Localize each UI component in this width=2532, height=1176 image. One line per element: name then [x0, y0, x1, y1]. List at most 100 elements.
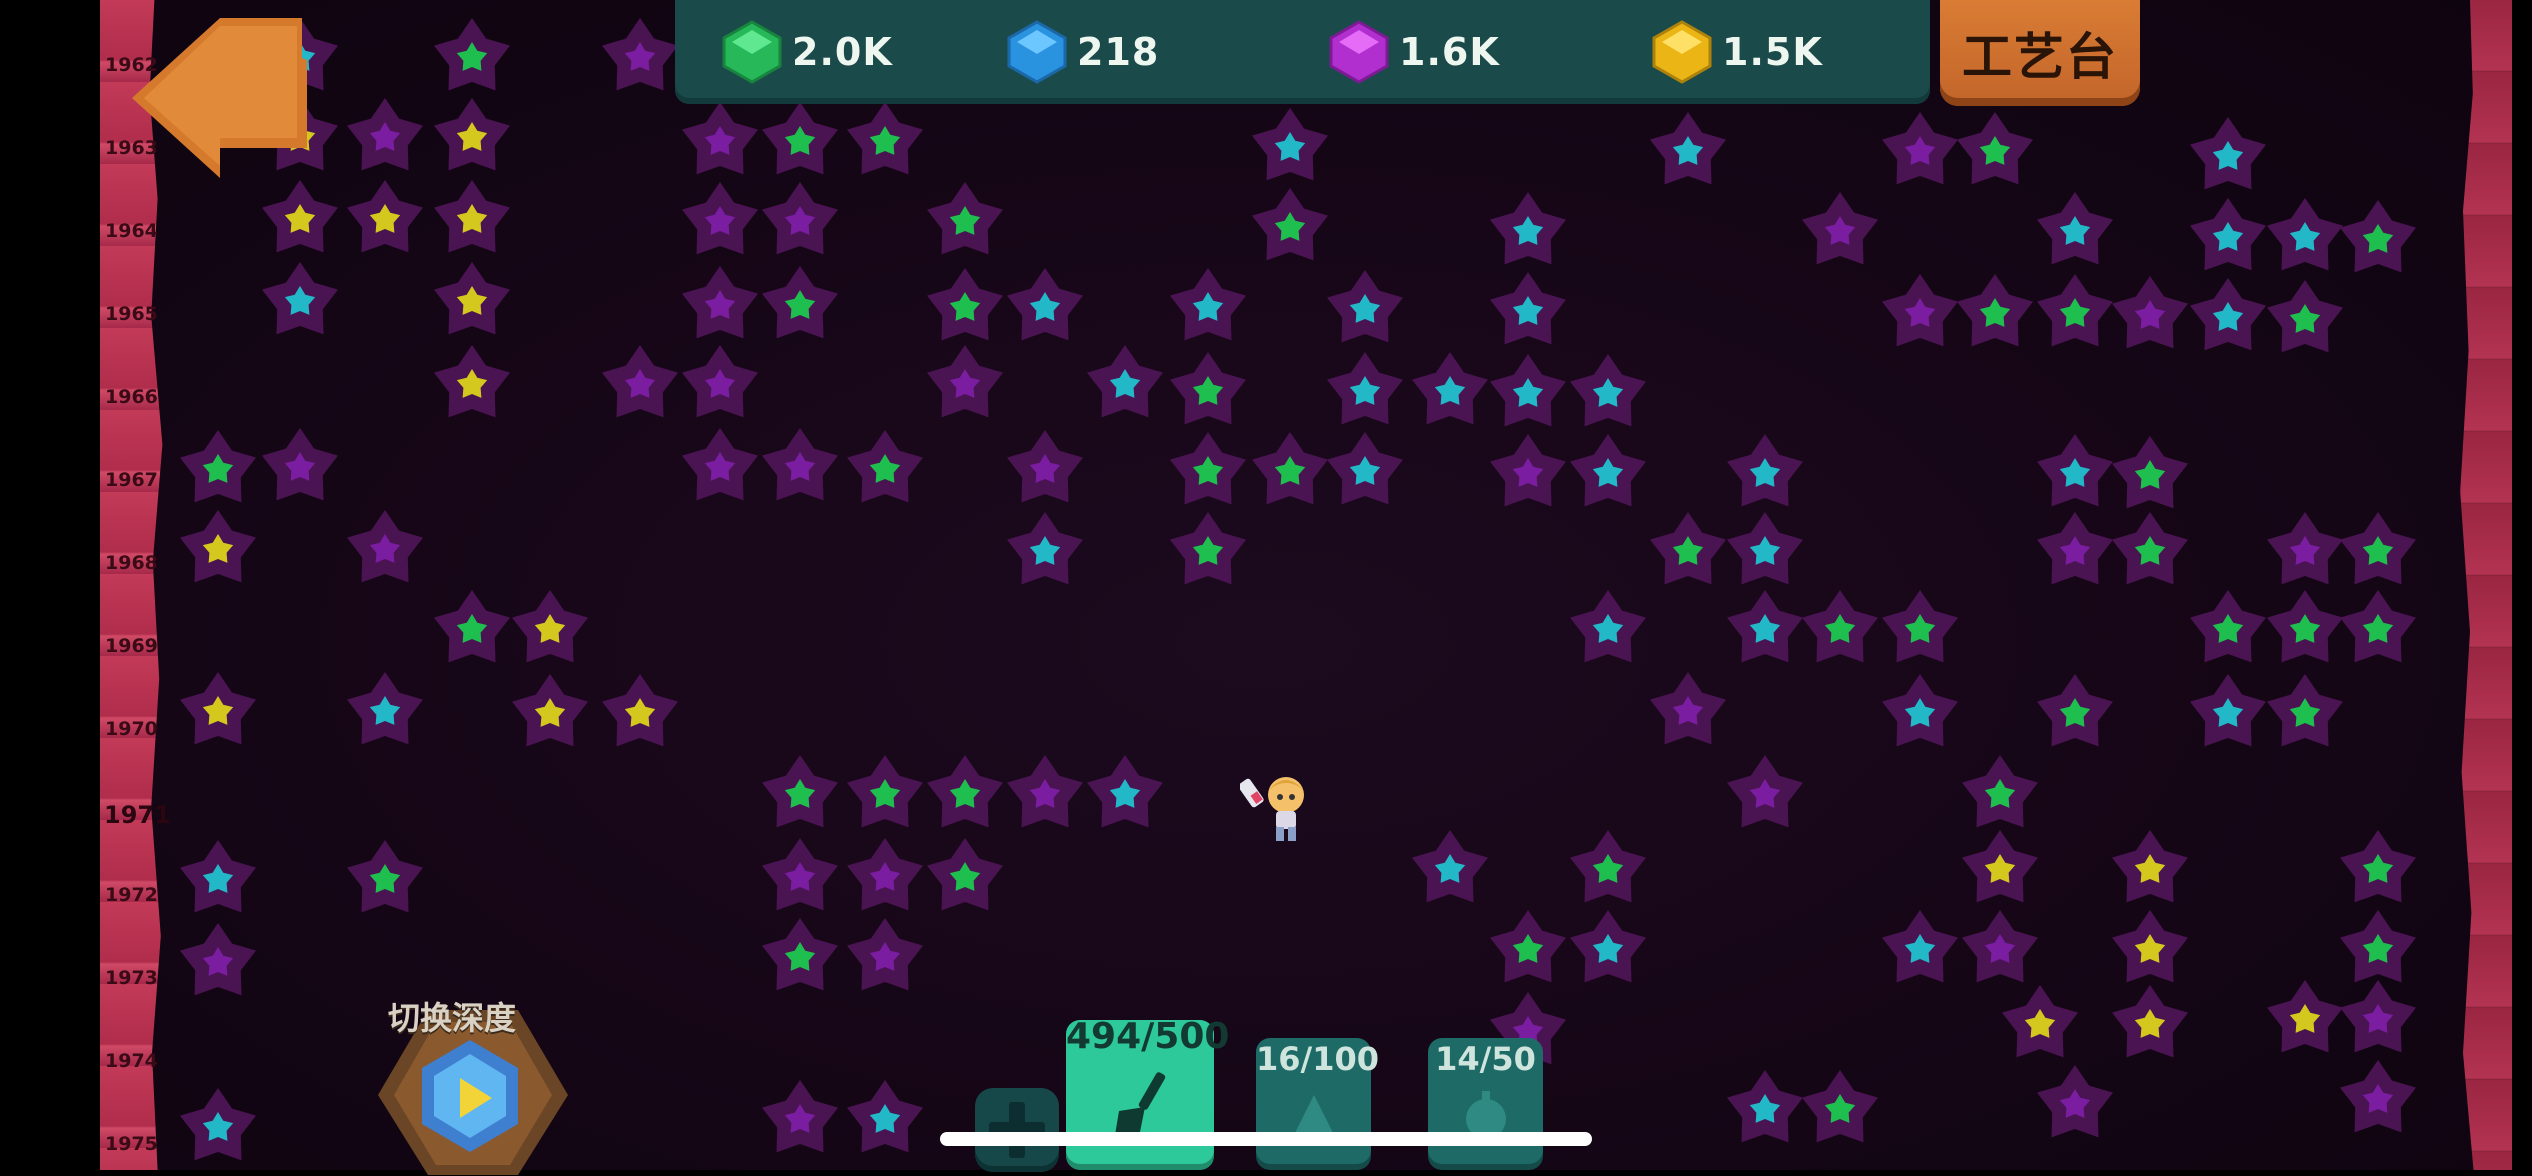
ore-star-green[interactable]: [1486, 908, 1570, 992]
ore-star-green[interactable]: [923, 753, 1007, 837]
home-indicator[interactable]: [940, 1132, 1592, 1146]
ore-star-green[interactable]: [2108, 434, 2192, 518]
ore-star-violet[interactable]: [843, 916, 927, 1000]
ore-star-violet[interactable]: [598, 16, 682, 100]
ore-star-green[interactable]: [2033, 272, 2117, 356]
ore-star-green[interactable]: [2336, 588, 2420, 672]
ore-star-green[interactable]: [1958, 753, 2042, 837]
ore-star-green[interactable]: [1646, 510, 1730, 594]
ore-star-teal[interactable]: [343, 670, 427, 754]
ore-star-violet[interactable]: [176, 921, 260, 1005]
ore-star-teal[interactable]: [1003, 510, 1087, 594]
ore-star-green[interactable]: [343, 838, 427, 922]
ore-star-green[interactable]: [1166, 510, 1250, 594]
ore-star-teal[interactable]: [2263, 196, 2347, 280]
ore-star-green[interactable]: [758, 100, 842, 184]
ore-star-green[interactable]: [2263, 278, 2347, 362]
ore-star-violet[interactable]: [343, 96, 427, 180]
ore-star-green[interactable]: [923, 266, 1007, 350]
ore-star-teal[interactable]: [176, 838, 260, 922]
ore-star-teal[interactable]: [1323, 430, 1407, 514]
shovel-slot[interactable]: 494/500: [1066, 1016, 1229, 1170]
ore-star-violet[interactable]: [758, 426, 842, 510]
ore-star-violet[interactable]: [1723, 753, 1807, 837]
ore-star-teal[interactable]: [2186, 196, 2270, 280]
ore-star-teal[interactable]: [1083, 753, 1167, 837]
add-slot-button[interactable]: [975, 1088, 1059, 1172]
ore-star-teal[interactable]: [1566, 352, 1650, 436]
ore-star-green[interactable]: [1798, 588, 1882, 672]
ore-star-violet[interactable]: [598, 343, 682, 427]
ore-star-violet[interactable]: [2108, 274, 2192, 358]
ore-star-green[interactable]: [430, 16, 514, 100]
ore-star-green[interactable]: [2263, 588, 2347, 672]
ore-star-teal[interactable]: [1323, 268, 1407, 352]
ore-star-green[interactable]: [2336, 510, 2420, 594]
ore-star-teal[interactable]: [1646, 110, 1730, 194]
ore-star-violet[interactable]: [343, 508, 427, 592]
ore-star-teal[interactable]: [2033, 190, 2117, 274]
ore-star-yellow[interactable]: [508, 588, 592, 672]
ore-star-violet[interactable]: [758, 180, 842, 264]
ore-star-yellow[interactable]: [2108, 983, 2192, 1067]
ore-star-teal[interactable]: [1723, 588, 1807, 672]
ore-star-green[interactable]: [758, 264, 842, 348]
ore-star-green[interactable]: [843, 428, 927, 512]
ore-star-green[interactable]: [843, 753, 927, 837]
ore-star-green[interactable]: [1798, 1068, 1882, 1152]
ore-star-violet[interactable]: [1798, 190, 1882, 274]
ore-star-teal[interactable]: [2186, 672, 2270, 756]
ore-star-green[interactable]: [758, 753, 842, 837]
ore-star-teal[interactable]: [1878, 908, 1962, 992]
ore-star-green[interactable]: [843, 100, 927, 184]
ore-star-yellow[interactable]: [598, 672, 682, 756]
ore-star-violet[interactable]: [1878, 110, 1962, 194]
ore-star-violet[interactable]: [1003, 428, 1087, 512]
ore-star-teal[interactable]: [1878, 672, 1962, 756]
ore-star-green[interactable]: [923, 836, 1007, 920]
ore-star-teal[interactable]: [843, 1078, 927, 1162]
ore-star-green[interactable]: [1166, 350, 1250, 434]
ore-star-green[interactable]: [1953, 110, 2037, 194]
ore-star-teal[interactable]: [1083, 343, 1167, 427]
ore-star-teal[interactable]: [1486, 352, 1570, 436]
ore-star-teal[interactable]: [1323, 350, 1407, 434]
ore-star-teal[interactable]: [1003, 266, 1087, 350]
ore-star-green[interactable]: [2263, 672, 2347, 756]
ore-star-yellow[interactable]: [430, 178, 514, 262]
ore-star-yellow[interactable]: [258, 178, 342, 262]
ore-star-violet[interactable]: [678, 180, 762, 264]
ore-star-green[interactable]: [923, 180, 1007, 264]
ore-star-teal[interactable]: [1166, 266, 1250, 350]
ore-star-teal[interactable]: [2033, 432, 2117, 516]
crafting-table-button[interactable]: 工艺台: [1940, 0, 2140, 106]
ore-star-teal[interactable]: [1408, 828, 1492, 912]
back-arrow-button[interactable]: [132, 18, 307, 178]
ore-star-teal[interactable]: [1566, 432, 1650, 516]
ore-star-green[interactable]: [1566, 828, 1650, 912]
ore-star-yellow[interactable]: [343, 178, 427, 262]
ore-star-green[interactable]: [1248, 186, 1332, 270]
ore-star-teal[interactable]: [1486, 190, 1570, 274]
ore-star-violet[interactable]: [678, 426, 762, 510]
ore-star-green[interactable]: [1953, 272, 2037, 356]
ore-star-violet[interactable]: [2336, 978, 2420, 1062]
ore-star-teal[interactable]: [2186, 115, 2270, 199]
ore-star-violet[interactable]: [1003, 753, 1087, 837]
ore-star-green[interactable]: [1248, 430, 1332, 514]
ore-star-teal[interactable]: [1566, 908, 1650, 992]
game-field[interactable]: 1962 1963 1964 1965 1966 1967 1968 1969 1970 1971…: [0, 0, 2532, 1175]
ore-star-green[interactable]: [2336, 828, 2420, 912]
ore-star-teal[interactable]: [258, 260, 342, 344]
ore-star-yellow[interactable]: [508, 672, 592, 756]
ore-star-violet[interactable]: [758, 1078, 842, 1162]
ore-star-violet[interactable]: [758, 836, 842, 920]
ore-star-yellow[interactable]: [176, 670, 260, 754]
ore-star-green[interactable]: [1166, 430, 1250, 514]
ore-star-teal[interactable]: [2186, 276, 2270, 360]
ore-star-yellow[interactable]: [1958, 828, 2042, 912]
ore-star-violet[interactable]: [678, 100, 762, 184]
ore-star-violet[interactable]: [2033, 1063, 2117, 1147]
ore-star-violet[interactable]: [1878, 272, 1962, 356]
ore-star-violet[interactable]: [2263, 510, 2347, 594]
